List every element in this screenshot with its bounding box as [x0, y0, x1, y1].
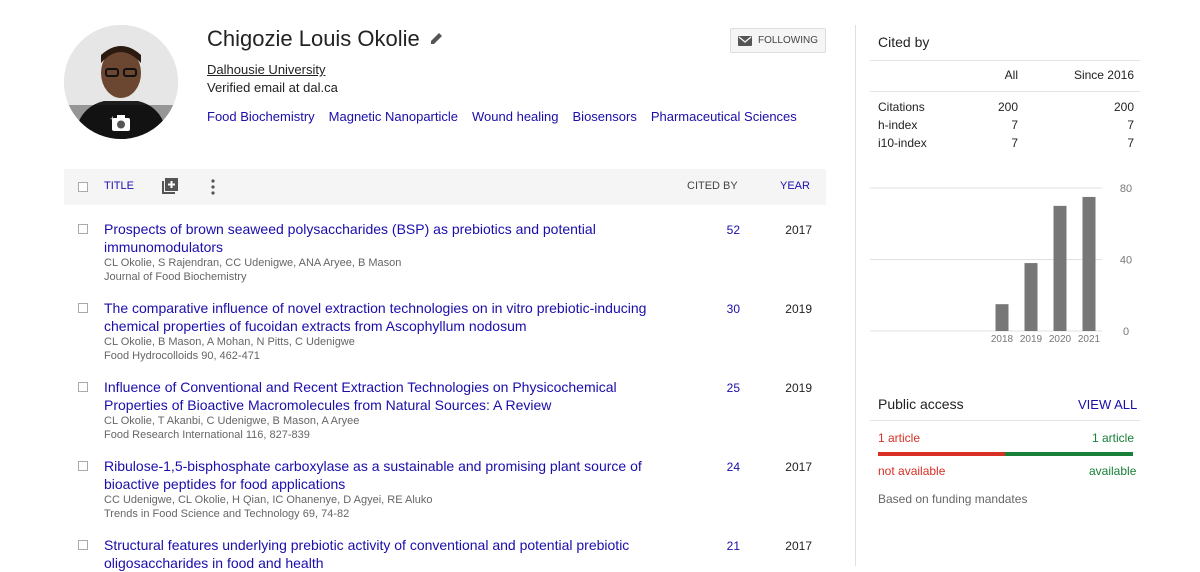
chart-bar-2020[interactable] [1053, 205, 1067, 331]
public-access-title: Public access [878, 396, 964, 412]
article-title-link[interactable]: Prospects of brown seaweed polysaccharid… [104, 220, 664, 256]
public-access-divider [870, 420, 1140, 421]
citations-bar-chart: 80 40 0 2018 2019 2020 2021 [870, 183, 1132, 345]
y-tick-label: 40 [1120, 255, 1132, 267]
article-year: 2019 [785, 381, 812, 395]
interest-link[interactable]: Food Biochemistry [207, 109, 315, 124]
not-available-count[interactable]: 1 article [878, 431, 920, 445]
citation-stats-table: All Since 2016 Citations 200 200 h-index… [870, 60, 1140, 154]
chart-bar-2021[interactable] [1082, 196, 1096, 331]
row-checkbox[interactable] [78, 461, 88, 471]
article-title-link[interactable]: Ribulose-1,5-bisphosphate carboxylase as… [104, 457, 664, 493]
row-checkbox[interactable] [78, 540, 88, 550]
select-all-checkbox[interactable] [78, 182, 88, 192]
y-tick-label: 0 [1123, 326, 1129, 338]
verified-email: Verified email at dal.ca [207, 80, 338, 95]
add-article-icon[interactable] [162, 178, 178, 194]
stat-since: 200 [1113, 100, 1134, 114]
cited-by-count[interactable]: 21 [700, 539, 740, 553]
stat-all: 7 [1011, 118, 1018, 132]
article-venue: Food Hydrocolloids 90, 462-471 [104, 350, 260, 362]
article-authors: CL Okolie, B Mason, A Mohan, N Pitts, C … [104, 336, 355, 348]
article-venue: Journal of Food Biochemistry [104, 271, 247, 283]
article-year: 2019 [785, 302, 812, 316]
sort-by-year[interactable]: YEAR [780, 180, 810, 192]
article-title-link[interactable]: Influence of Conventional and Recent Ext… [104, 378, 664, 414]
column-divider [855, 25, 856, 566]
stat-since: 7 [1127, 118, 1134, 132]
stat-all: 200 [997, 100, 1018, 114]
x-tick-label: 2018 [991, 334, 1014, 345]
stat-all: 7 [1011, 136, 1018, 150]
x-tick-label: 2020 [1049, 334, 1072, 345]
not-available-bar [878, 452, 1005, 456]
x-tick-label: 2019 [1020, 334, 1043, 345]
row-checkbox[interactable] [78, 303, 88, 313]
cited-by-count[interactable]: 30 [700, 302, 740, 316]
available-count[interactable]: 1 article [1092, 431, 1134, 445]
cited-by-count[interactable]: 24 [700, 460, 740, 474]
stat-label[interactable]: h-index [878, 118, 917, 132]
stats-row-i10-index: i10-index 7 7 [870, 136, 1140, 154]
envelope-icon [737, 35, 752, 46]
interest-link[interactable]: Pharmaceutical Sciences [651, 109, 797, 124]
camera-icon[interactable]: + [110, 114, 132, 132]
research-interests: Food Biochemistry Magnetic Nanoparticle … [207, 109, 797, 124]
article-venue: Trends in Food Science and Technology 69… [104, 508, 350, 520]
interest-link[interactable]: Biosensors [573, 109, 637, 124]
stats-row-citations: Citations 200 200 [870, 100, 1140, 118]
cited-by-count[interactable]: 52 [700, 223, 740, 237]
article-venue: Food Research International 116, 827-839 [104, 429, 310, 441]
interest-link[interactable]: Wound healing [472, 109, 559, 124]
article-authors: CL Okolie, S Rajendran, CC Udenigwe, ANA… [104, 257, 402, 269]
y-tick-label: 80 [1120, 183, 1132, 195]
x-tick-label: 2021 [1078, 334, 1101, 345]
sort-by-title[interactable]: TITLE [104, 180, 134, 192]
stats-header: All Since 2016 [870, 60, 1140, 92]
edit-pencil-icon[interactable] [430, 31, 444, 45]
stat-since: 7 [1127, 136, 1134, 150]
chart-bar-2018[interactable] [995, 304, 1009, 331]
article-year: 2017 [785, 539, 812, 553]
available-label: available [1089, 464, 1137, 478]
following-button[interactable]: FOLLOWING [730, 28, 826, 53]
article-year: 2017 [785, 460, 812, 474]
article-title-link[interactable]: The comparative influence of novel extra… [104, 299, 664, 335]
available-bar [1005, 452, 1133, 456]
stats-row-h-index: h-index 7 7 [870, 118, 1140, 136]
col-all-header: All [1004, 68, 1018, 82]
cited-by-title: Cited by [878, 34, 930, 50]
following-label: FOLLOWING [757, 35, 818, 46]
funding-mandates-note: Based on funding mandates [878, 492, 1028, 506]
row-checkbox[interactable] [78, 382, 88, 392]
profile-name: Chigozie Louis Okolie [207, 26, 420, 51]
article-title-link[interactable]: Structural features underlying prebiotic… [104, 536, 664, 572]
interest-link[interactable]: Magnetic Nanoparticle [329, 109, 458, 124]
stat-label[interactable]: i10-index [878, 136, 927, 150]
col-since-header: Since 2016 [1073, 68, 1134, 82]
stat-label[interactable]: Citations [878, 100, 925, 114]
article-year: 2017 [785, 223, 812, 237]
row-checkbox[interactable] [78, 224, 88, 234]
affiliation-link[interactable]: Dalhousie University [207, 62, 326, 77]
chart-bar-2019[interactable] [1024, 263, 1038, 331]
view-all-link[interactable]: VIEW ALL [1078, 397, 1137, 412]
svg-text:+: + [110, 114, 115, 124]
article-authors: CC Udenigwe, CL Okolie, H Qian, IC Ohane… [104, 494, 433, 506]
more-vert-icon[interactable] [211, 179, 215, 195]
cited-by-header[interactable]: CITED BY [687, 180, 738, 192]
not-available-label: not available [878, 464, 946, 478]
article-authors: CL Okolie, T Akanbi, C Udenigwe, B Mason… [104, 415, 360, 427]
cited-by-count[interactable]: 25 [700, 381, 740, 395]
